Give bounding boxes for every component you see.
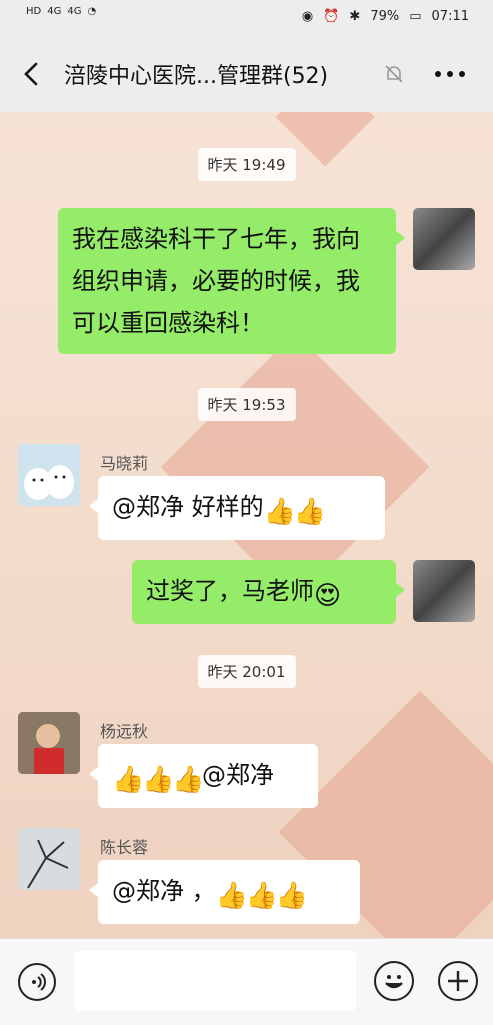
child-photo (18, 712, 80, 774)
outgoing-message[interactable]: 我在感染科干了七年，我向组织申请，必要的时候，我可以重回感染科！ (58, 208, 405, 354)
emoji-button[interactable] (374, 961, 414, 1001)
timestamp: 昨天 19:49 (197, 148, 296, 181)
back-arrow-icon[interactable] (18, 60, 46, 88)
clock-time: 07:11 (431, 9, 469, 24)
thumbs-up-icon: 👍 (245, 881, 279, 911)
plus-icon (448, 971, 468, 991)
self-avatar[interactable] (413, 560, 475, 622)
network-4g-1: 4G (47, 6, 62, 17)
incoming-message[interactable]: @郑净 好样的👍👍 (89, 476, 385, 540)
bluetooth-icon: ✱ (349, 9, 361, 24)
battery-percent: 79% (370, 9, 400, 24)
thumbs-up-icon: 👍 (293, 497, 327, 527)
self-avatar[interactable] (413, 208, 475, 270)
smiley-icon (385, 975, 403, 989)
signal-indicators: HD 4G 4G ◔ (26, 6, 96, 17)
hd-badge: HD (26, 6, 42, 17)
chat-area[interactable]: 昨天 19:49 我在感染科干了七年，我向组织申请，必要的时候，我可以重回感染科… (0, 112, 493, 938)
branch-photo (18, 828, 80, 890)
thumbs-up-icon: 👍 (263, 497, 297, 527)
thumbs-up-icon: 👍 (215, 881, 249, 911)
timestamp: 昨天 20:01 (197, 655, 296, 688)
group-title: 涪陵中心医院...管理群(52) (64, 64, 329, 89)
status-bar: HD 4G 4G ◔ ◉ ⏰ ✱ 79% ▭ 07:11 (0, 0, 493, 36)
chat-header: 涪陵中心医院...管理群(52) (0, 36, 493, 112)
eye-icon: ◉ (301, 9, 314, 24)
muted-bell-icon (385, 65, 403, 83)
timestamp: 昨天 19:53 (197, 388, 296, 421)
alarm-icon: ⏰ (323, 9, 340, 24)
sender-avatar[interactable] (18, 444, 80, 506)
incoming-message[interactable]: 👍👍👍@郑净 (89, 744, 318, 808)
input-toolbar (0, 938, 493, 1025)
more-options-icon[interactable] (432, 62, 468, 86)
wifi-icon: ◔ (87, 6, 97, 17)
voice-input-button[interactable] (18, 963, 56, 1001)
thumbs-up-icon: 👍 (275, 881, 309, 911)
thumbs-up-icon: 👍 (172, 765, 205, 795)
network-4g-2: 4G (67, 6, 82, 17)
battery-icon: ▭ (409, 9, 422, 24)
thumbs-up-icon: 👍 (112, 765, 145, 795)
message-text: 过奖了，马老师 (146, 577, 314, 605)
more-actions-button[interactable] (438, 961, 478, 1001)
sender-name: 陈长蓉 (100, 838, 149, 857)
sender-avatar[interactable] (18, 828, 80, 890)
sender-name: 杨远秋 (100, 722, 149, 741)
thumbs-up-icon: 👍 (142, 765, 175, 795)
incoming-message[interactable]: @郑净 ，👍👍👍 (89, 860, 360, 924)
message-text: @郑净 (202, 761, 274, 789)
message-text: @郑净 好样的 (112, 493, 264, 521)
voice-icon (32, 973, 46, 991)
outgoing-message[interactable]: 过奖了，马老师😍 (132, 560, 405, 624)
sender-name: 马晓莉 (100, 454, 149, 473)
dogs-photo (18, 444, 80, 506)
message-input[interactable] (74, 951, 356, 1011)
sender-avatar[interactable] (18, 712, 80, 774)
status-right: ◉ ⏰ ✱ 79% ▭ 07:11 (302, 9, 469, 24)
message-text: @郑净 ， (112, 877, 216, 905)
heart-eyes-emoji-icon: 😍 (314, 581, 342, 611)
